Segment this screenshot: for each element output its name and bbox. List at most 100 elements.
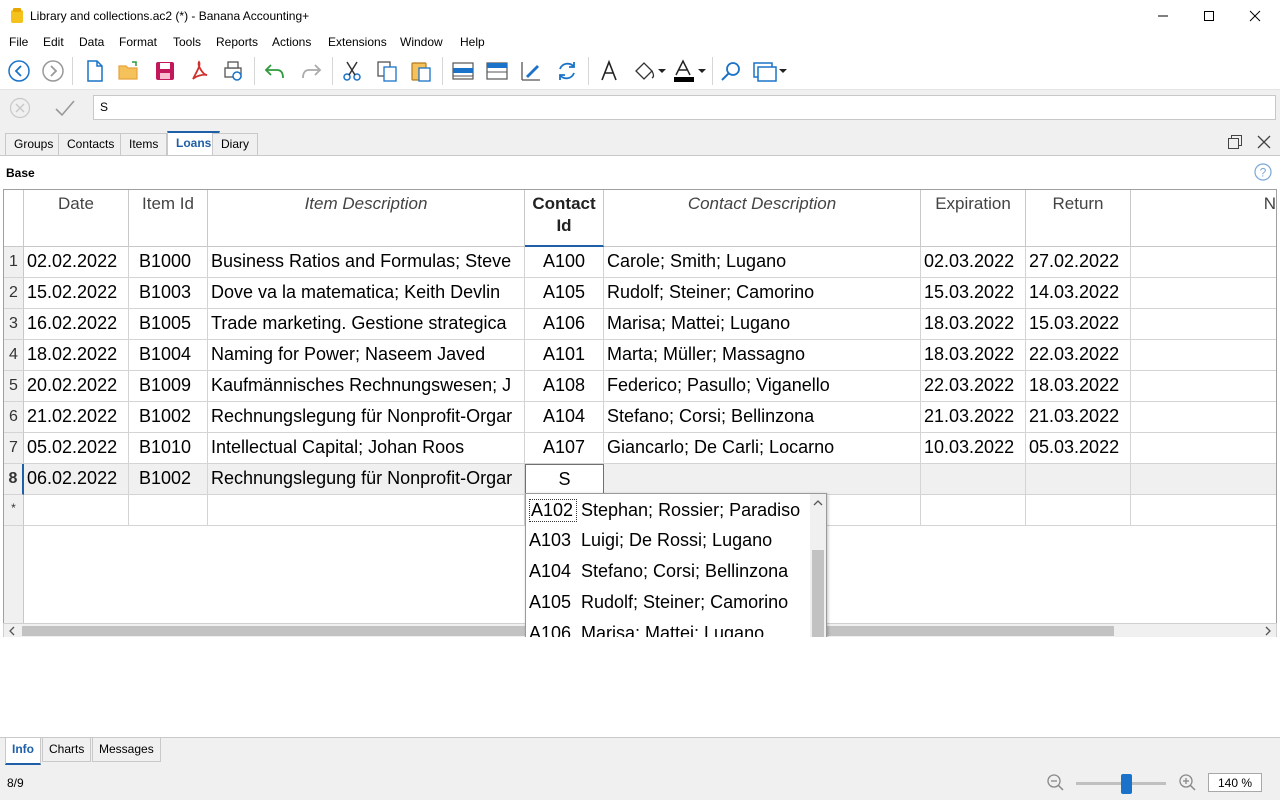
close-icon[interactable]	[1232, 0, 1278, 32]
cell-expiration[interactable]: 02.03.2022	[921, 247, 1026, 278]
zoom-slider-thumb[interactable]	[1121, 774, 1132, 794]
cell-item-id[interactable]: B1002	[129, 402, 208, 433]
cell-n[interactable]	[1131, 309, 1276, 340]
open-folder-icon[interactable]	[116, 58, 142, 84]
cell-date[interactable]: 02.02.2022	[24, 247, 129, 278]
cell-expiration[interactable]: 18.03.2022	[921, 340, 1026, 371]
cell-contact-description[interactable]: Marta; Müller; Massagno	[604, 340, 921, 371]
undo-icon[interactable]	[262, 58, 288, 84]
tab-groups[interactable]: Groups	[5, 133, 63, 156]
cell-expiration[interactable]: 10.03.2022	[921, 433, 1026, 464]
font-icon[interactable]	[596, 58, 622, 84]
help-icon[interactable]: ?	[1254, 163, 1272, 181]
add-row-icon[interactable]	[450, 58, 476, 84]
cell-item-description[interactable]: Kaufmännisches Rechnungswesen; J	[208, 371, 525, 402]
cut-icon[interactable]	[339, 58, 365, 84]
cell-contact-description[interactable]	[604, 464, 921, 495]
cell-item-id[interactable]: B1004	[129, 340, 208, 371]
menu-window[interactable]: Window	[400, 35, 443, 49]
autocomplete-option[interactable]: A102 Stephan; Rossier; Paradiso	[526, 494, 811, 525]
cell-contact-id[interactable]: A104	[525, 402, 604, 433]
new-row-cell[interactable]	[1131, 495, 1276, 526]
new-row-cell[interactable]	[24, 495, 129, 526]
cell-contact-id[interactable]: A101	[525, 340, 604, 371]
cell-item-id[interactable]: B1010	[129, 433, 208, 464]
menu-data[interactable]: Data	[79, 35, 104, 49]
new-row-cell[interactable]	[1026, 495, 1131, 526]
cell-n[interactable]	[1131, 464, 1276, 495]
restore-panel-icon[interactable]	[1227, 134, 1243, 150]
header-contact-description[interactable]: Contact Description	[604, 190, 921, 247]
cell-return[interactable]: 27.02.2022	[1026, 247, 1131, 278]
header-date[interactable]: Date	[24, 190, 129, 247]
cell-expiration[interactable]	[921, 464, 1026, 495]
cell-expiration[interactable]: 18.03.2022	[921, 309, 1026, 340]
cell-return[interactable]: 21.03.2022	[1026, 402, 1131, 433]
cell-item-description[interactable]: Rechnungslegung für Nonprofit-Orgar	[208, 464, 525, 495]
cell-contact-id[interactable]: A107	[525, 433, 604, 464]
cell-return[interactable]: 22.03.2022	[1026, 340, 1131, 371]
header-item-id[interactable]: Item Id	[129, 190, 208, 247]
cell-item-id[interactable]: B1000	[129, 247, 208, 278]
save-icon[interactable]	[152, 58, 178, 84]
tab-contacts[interactable]: Contacts	[58, 133, 124, 156]
new-row-marker[interactable]: *	[4, 495, 24, 526]
zoom-out-icon[interactable]	[1046, 773, 1064, 791]
header-contact-id[interactable]: Contact Id	[525, 190, 604, 247]
row-number[interactable]: 8	[4, 464, 24, 495]
pdf-icon[interactable]	[186, 58, 212, 84]
cell-return[interactable]	[1026, 464, 1131, 495]
cell-return[interactable]: 14.03.2022	[1026, 278, 1131, 309]
cell-item-description[interactable]: Trade marketing. Gestione strategica	[208, 309, 525, 340]
row-number[interactable]: 1	[4, 247, 24, 278]
row-number[interactable]: 3	[4, 309, 24, 340]
cell-expiration[interactable]: 15.03.2022	[921, 278, 1026, 309]
close-panel-icon[interactable]	[1256, 134, 1272, 150]
edit-pencil-icon[interactable]	[518, 58, 544, 84]
cell-n[interactable]	[1131, 433, 1276, 464]
window-menu-icon[interactable]	[752, 58, 788, 84]
fill-color-icon[interactable]	[632, 58, 668, 84]
cell-item-id[interactable]: B1002	[129, 464, 208, 495]
cell-item-description[interactable]: Intellectual Capital; Johan Roos	[208, 433, 525, 464]
cell-contact-description[interactable]: Federico; Pasullo; Viganello	[604, 371, 921, 402]
menu-format[interactable]: Format	[119, 35, 157, 49]
autocomplete-option[interactable]: A105 Rudolf; Steiner; Camorino	[526, 587, 811, 618]
scroll-right-icon[interactable]	[1263, 626, 1273, 636]
cell-n[interactable]	[1131, 340, 1276, 371]
new-row-cell[interactable]	[129, 495, 208, 526]
scroll-up-icon[interactable]	[813, 499, 823, 507]
maximize-icon[interactable]	[1186, 0, 1232, 32]
cell-return[interactable]: 15.03.2022	[1026, 309, 1131, 340]
copy-icon[interactable]	[374, 58, 400, 84]
paste-icon[interactable]	[408, 58, 434, 84]
cell-n[interactable]	[1131, 402, 1276, 433]
new-row-cell[interactable]	[208, 495, 525, 526]
recheck-icon[interactable]	[554, 58, 580, 84]
cell-item-description[interactable]: Business Ratios and Formulas; Steve	[208, 247, 525, 278]
row-number[interactable]: 2	[4, 278, 24, 309]
text-color-icon[interactable]	[672, 58, 708, 84]
cell-item-id[interactable]: B1005	[129, 309, 208, 340]
cell-contact-description[interactable]: Giancarlo; De Carli; Locarno	[604, 433, 921, 464]
cell-item-description[interactable]: Dove va la matematica; Keith Devlin	[208, 278, 525, 309]
redo-icon[interactable]	[298, 58, 324, 84]
cell-contact-id[interactable]: A106	[525, 309, 604, 340]
tab-items[interactable]: Items	[120, 133, 168, 156]
cell-date[interactable]: 18.02.2022	[24, 340, 129, 371]
print-preview-icon[interactable]	[220, 58, 246, 84]
forward-icon[interactable]	[40, 58, 66, 84]
row-number[interactable]: 5	[4, 371, 24, 402]
back-icon[interactable]	[6, 58, 32, 84]
tab-messages[interactable]: Messages	[92, 738, 161, 762]
row-number[interactable]: 4	[4, 340, 24, 371]
cell-n[interactable]	[1131, 371, 1276, 402]
menu-edit[interactable]: Edit	[43, 35, 64, 49]
cell-date[interactable]: 16.02.2022	[24, 309, 129, 340]
cell-expiration[interactable]: 22.03.2022	[921, 371, 1026, 402]
header-item-description[interactable]: Item Description	[208, 190, 525, 247]
cell-contact-description[interactable]: Carole; Smith; Lugano	[604, 247, 921, 278]
cell-contact-description[interactable]: Rudolf; Steiner; Camorino	[604, 278, 921, 309]
tab-info[interactable]: Info	[5, 738, 41, 765]
autocomplete-option[interactable]: A103 Luigi; De Rossi; Lugano	[526, 525, 811, 556]
